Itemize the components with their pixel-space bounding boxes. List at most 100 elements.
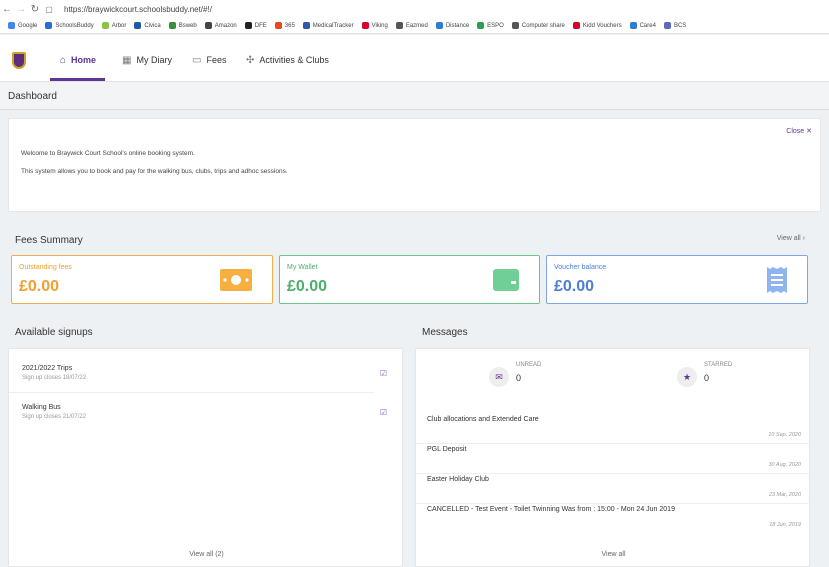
wallet-icon <box>493 269 519 291</box>
signup-checkbox-icon[interactable]: ☑ <box>380 369 387 378</box>
divider <box>416 473 811 474</box>
page-info-icon[interactable]: ▢ <box>42 5 56 14</box>
bookmark-item[interactable]: Care4 <box>629 22 656 29</box>
bookmark-label: SchoolsBuddy <box>55 22 94 29</box>
bookmark-item[interactable]: DFE <box>244 22 267 29</box>
bookmark-item[interactable]: Amazon <box>204 22 237 29</box>
outstanding-fees-card[interactable]: Outstanding fees £0.00 <box>11 255 273 304</box>
envelope-icon: ✉ <box>489 367 509 387</box>
bookmark-label: Google <box>18 22 38 29</box>
fees-view-all-link[interactable]: View all › <box>777 235 805 242</box>
bookmarks-bar: Google SchoolsBuddy Arbor Civica Bsweb Amazon… <box>0 18 829 34</box>
reload-icon[interactable]: ↻ <box>28 4 42 15</box>
bookmark-item[interactable]: Bsweb <box>168 22 197 29</box>
card-label: Outstanding fees <box>19 264 72 271</box>
nav-fees[interactable]: ▭ Fees <box>192 53 226 67</box>
bookmark-favicon-icon <box>663 22 671 29</box>
unread-label: UNREAD <box>516 362 542 368</box>
school-crest-logo <box>12 52 26 69</box>
bookmark-label: BCS <box>673 22 687 29</box>
bookmark-favicon-icon <box>274 22 282 29</box>
available-signups-title: Available signups <box>15 327 93 338</box>
message-title: CANCELLED - Test Event - Toilet Twinning… <box>427 506 675 513</box>
bookmark-item[interactable]: Distance <box>435 22 470 29</box>
nav-activities-clubs[interactable]: ✣ Activities & Clubs <box>246 53 329 67</box>
message-date: 30 Aug, 2020 <box>768 462 801 468</box>
bookmark-item[interactable]: MedicalTracker <box>302 22 354 29</box>
divider <box>9 392 374 393</box>
nav-my-diary-label: My Diary <box>136 55 172 65</box>
bookmark-item[interactable]: Arbor <box>101 22 127 29</box>
bookmark-item[interactable]: Kidd Vouchers <box>572 22 622 29</box>
bookmark-label: Distance <box>445 22 470 29</box>
nav-fees-label: Fees <box>206 55 227 65</box>
message-date: 23 Mar, 2020 <box>768 492 801 498</box>
bookmark-item[interactable]: SchoolsBuddy <box>45 22 94 29</box>
bookmark-favicon-icon <box>45 22 53 29</box>
close-welcome-button[interactable]: Close ✕ <box>786 127 812 135</box>
bookmark-label: Civica <box>144 22 161 29</box>
welcome-panel: Close ✕ Welcome to Braywick Court School… <box>8 118 821 212</box>
message-title: PGL Deposit <box>427 446 467 453</box>
bookmark-favicon-icon <box>134 22 142 29</box>
bookmark-item[interactable]: Computer share <box>511 22 565 29</box>
bookmark-item[interactable]: Google <box>8 22 37 29</box>
bookmark-item[interactable]: 365 <box>274 22 295 29</box>
fees-summary-title: Fees Summary <box>15 235 83 246</box>
nav-my-diary[interactable]: ▦ My Diary <box>122 53 172 67</box>
bookmark-item[interactable]: BCS <box>663 22 687 29</box>
app-navbar: ⌂ Home ▦ My Diary ▭ Fees ✣ Activities & … <box>0 35 829 82</box>
bookmark-label: 365 <box>284 22 295 29</box>
bookmark-label: Eazmed <box>405 22 428 29</box>
bookmark-favicon-icon <box>168 22 176 29</box>
bookmark-favicon-icon <box>302 22 310 29</box>
bookmark-item[interactable]: ESPO <box>477 22 504 29</box>
divider <box>416 443 811 444</box>
divider <box>416 503 811 504</box>
messages-view-all-link[interactable]: View all <box>416 551 811 558</box>
starred-label: STARRED <box>704 362 733 368</box>
my-wallet-card[interactable]: My Wallet £0.00 <box>279 255 540 304</box>
page-title: Dashboard <box>8 91 57 102</box>
nav-activities-label: Activities & Clubs <box>259 55 329 65</box>
card-icon: ▭ <box>192 54 202 66</box>
bookmark-favicon-icon <box>511 22 519 29</box>
bookmark-label: Arbor <box>111 22 127 29</box>
nav-home-label: Home <box>71 55 97 65</box>
voucher-balance-card[interactable]: Voucher balance £0.00 <box>546 255 808 304</box>
signup-closes: Sign up closes 21/07/22 <box>22 414 87 420</box>
bookmark-favicon-icon <box>629 22 637 29</box>
bookmark-favicon-icon <box>572 22 580 29</box>
bookmark-favicon-icon <box>361 22 369 29</box>
bookmark-item[interactable]: Viking <box>361 22 388 29</box>
address-bar: ← → ↻ ▢ https://braywickcourt.schoolsbud… <box>0 0 829 18</box>
bookmark-label: Bsweb <box>178 22 197 29</box>
bookmark-favicon-icon <box>101 22 109 29</box>
card-amount: £0.00 <box>554 278 595 295</box>
dashboard-header: Dashboard <box>0 82 829 110</box>
bookmark-item[interactable]: Eazmed <box>395 22 428 29</box>
nav-home[interactable]: ⌂ Home <box>60 53 96 67</box>
message-date: 18 Jun, 2019 <box>769 522 801 528</box>
bookmark-label: ESPO <box>487 22 504 29</box>
signup-item[interactable]: 2021/2022 Trips Sign up closes 18/07/22 … <box>9 365 387 393</box>
signup-name: Walking Bus <box>22 404 61 411</box>
bookmark-label: Computer share <box>521 22 565 29</box>
forward-icon[interactable]: → <box>14 4 28 15</box>
bookmark-item[interactable]: Civica <box>134 22 161 29</box>
url-field[interactable]: https://braywickcourt.schoolsbuddy.net/#… <box>64 5 212 14</box>
bookmark-favicon-icon <box>8 22 15 29</box>
card-amount: £0.00 <box>19 278 60 295</box>
signup-checkbox-icon[interactable]: ☑ <box>380 408 387 417</box>
bookmark-label: DFE <box>254 22 267 29</box>
cash-icon <box>220 269 252 291</box>
message-date: 10 Sep, 2020 <box>768 432 801 438</box>
activities-icon: ✣ <box>246 54 255 66</box>
back-icon[interactable]: ← <box>0 4 14 15</box>
bookmark-favicon-icon <box>204 22 212 29</box>
signups-view-all-link[interactable]: View all (2) <box>9 551 404 558</box>
bookmark-favicon-icon <box>477 22 485 29</box>
welcome-line-1: Welcome to Braywick Court School's onlin… <box>21 150 195 157</box>
signup-item[interactable]: Walking Bus Sign up closes 21/07/22 ☑ <box>22 404 387 420</box>
bookmark-label: Kidd Vouchers <box>582 22 622 29</box>
